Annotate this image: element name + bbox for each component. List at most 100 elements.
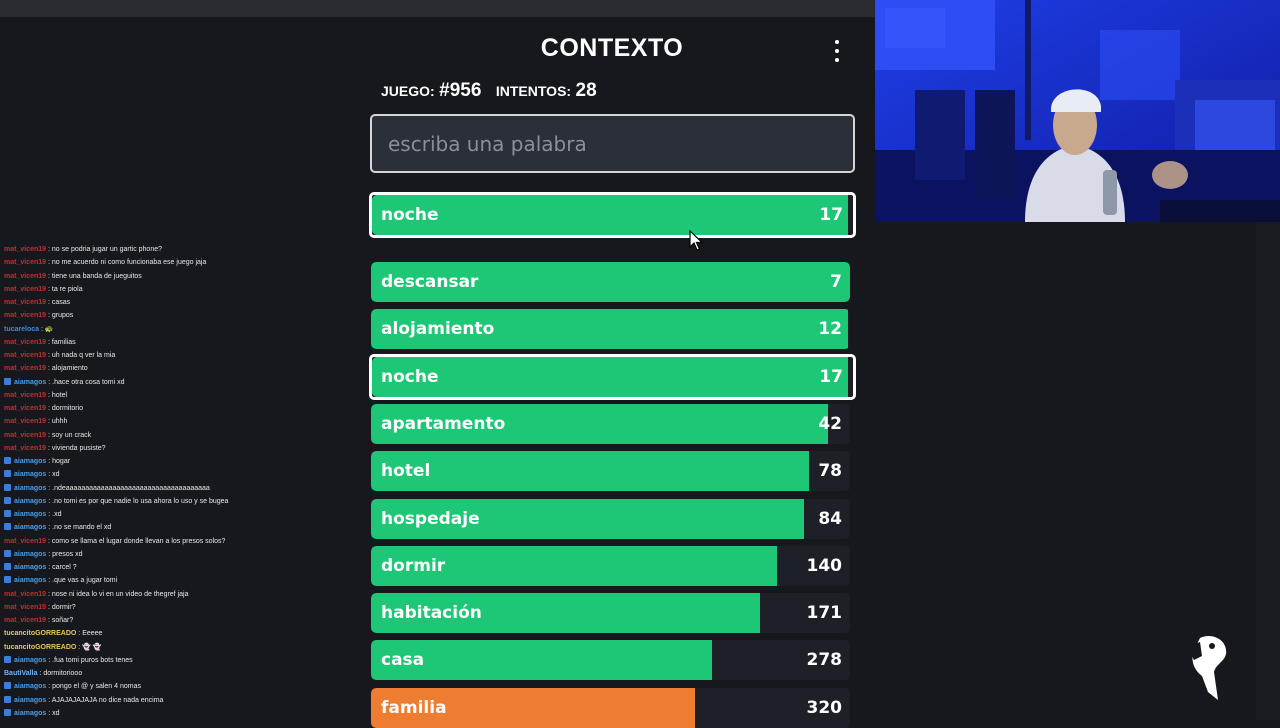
guess-row: hotel 78 xyxy=(371,451,850,492)
chat-text: .xd xyxy=(52,511,62,518)
guess-rank: 140 xyxy=(806,555,843,576)
chat-message: mat_vicen19 : grupos xyxy=(4,312,74,320)
chat-message: tucancitoGORREADO : Eeeee xyxy=(4,630,103,638)
chat-message: aiamagos : hogar xyxy=(0,455,360,468)
chat-username[interactable]: aiamagos xyxy=(14,657,46,664)
chat-username[interactable]: mat_vicen19 xyxy=(4,617,46,624)
chat-text: soy un crack xyxy=(51,431,92,439)
chat-message: tucancitoGORREADO : 👻 👻 xyxy=(4,643,102,651)
chat-message: mat_vicen19 : como se llama el lugar don… xyxy=(4,537,226,545)
chat-text: presos xd xyxy=(52,550,83,558)
last-guess-bar xyxy=(372,195,849,235)
chat-message: mat_vicen19 : dormir? xyxy=(4,603,76,611)
chat-message: mat_vicen19 : dormitorio xyxy=(4,405,83,412)
guess-word: noche xyxy=(381,366,439,387)
chat-username[interactable]: tucancitoGORREADO xyxy=(4,630,76,637)
chat-text: dormitoriooo xyxy=(43,670,83,677)
chat-text: como se llama el lugar donde llevan a lo… xyxy=(51,537,226,545)
chat-message: aiamagos : .fua tomi puros bots tenes xyxy=(0,654,360,667)
page-title: CONTEXTO xyxy=(540,34,684,62)
chat-badge-icon xyxy=(4,483,11,491)
chat-message: tucareloca : 🐢 xyxy=(4,325,54,333)
chat-username[interactable]: aiamagos xyxy=(14,471,46,478)
webcam-image xyxy=(875,0,1280,222)
chat-badge-icon xyxy=(4,377,11,385)
chat-text: hogar xyxy=(52,458,71,465)
chat-text: no se podria jugar un gartic phone? xyxy=(51,246,163,253)
game-label: JUEGO: xyxy=(381,83,435,99)
chat-message: mat_vicen19 : casas xyxy=(4,299,71,306)
chat-message: aiamagos : xd xyxy=(0,468,360,481)
chat-username[interactable]: mat_vicen19 xyxy=(4,392,46,399)
chat-username[interactable]: mat_vicen19 xyxy=(4,246,46,253)
chat-text: no me acuerdo ni como funcionaba ese jue… xyxy=(51,259,207,267)
chat-username[interactable]: mat_vicen19 xyxy=(4,405,46,412)
chat-username[interactable]: aiamagos xyxy=(14,551,46,558)
chat-message: aiamagos : presos xd xyxy=(0,548,360,561)
chat-username[interactable]: mat_vicen19 xyxy=(4,312,46,319)
chat-badge-icon xyxy=(4,457,11,464)
chat-username[interactable]: aiamagos xyxy=(14,498,46,505)
game-number: #956 xyxy=(439,80,482,101)
chat-badge-icon xyxy=(4,470,11,478)
chat-message: aiamagos : pongo el @ y salen 4 nomas xyxy=(0,680,360,693)
chat-message: mat_vicen19 : no se podria jugar un gart… xyxy=(4,246,163,253)
last-guess-word: noche xyxy=(381,205,439,225)
guess-rank: 171 xyxy=(806,603,843,624)
chat-username[interactable]: mat_vicen19 xyxy=(4,286,46,293)
chat-username[interactable]: aiamagos xyxy=(14,379,46,386)
chat-username[interactable]: aiamagos xyxy=(14,564,46,571)
guess-bar xyxy=(371,451,810,492)
more-menu-icon[interactable] xyxy=(830,40,844,62)
guess-row: dormir 140 xyxy=(371,545,850,586)
chat-text: .no se mando el xd xyxy=(52,524,112,532)
guess-word: hospedaje xyxy=(381,508,480,529)
chat-message: aiamagos : xd xyxy=(0,707,360,720)
chat-username[interactable]: aiamagos xyxy=(14,485,46,492)
game-meta: JUEGO: #956 INTENTOS: 28 xyxy=(381,80,607,102)
guess-word: descansar xyxy=(381,272,479,292)
chat-username[interactable]: mat_vicen19 xyxy=(4,445,46,452)
chat-text: alojamiento xyxy=(51,365,88,373)
chat-username[interactable]: mat_vicen19 xyxy=(4,299,46,306)
chat-message: mat_vicen19 : soñar? xyxy=(4,617,74,624)
guess-row: alojamiento 12 xyxy=(371,309,850,350)
chat-username[interactable]: mat_vicen19 xyxy=(4,604,46,611)
chat-text: uhhh xyxy=(51,418,68,426)
chat-username[interactable]: aiamagos xyxy=(14,511,46,518)
chat-message: mat_vicen19 : ta re piola xyxy=(4,285,83,293)
chat-username[interactable]: mat_vicen19 xyxy=(4,432,46,439)
chat-message: BautiValla : dormitoriooo xyxy=(4,670,83,677)
chat-username[interactable]: mat_vicen19 xyxy=(4,352,46,359)
chat-username[interactable]: aiamagos xyxy=(14,710,46,717)
word-input[interactable] xyxy=(370,114,855,173)
chat-badge-icon xyxy=(4,523,11,531)
guess-word: habitación xyxy=(381,603,482,624)
chat-message: aiamagos : .que vas a jugar tomi xyxy=(0,574,360,587)
chat-username[interactable]: mat_vicen19 xyxy=(4,339,46,346)
guess-word: familia xyxy=(381,697,447,718)
chat-badge-icon xyxy=(4,496,11,504)
toucan-logo-icon xyxy=(1192,635,1227,700)
guess-word: hotel xyxy=(381,461,431,482)
chat-username[interactable]: mat_vicen19 xyxy=(4,365,46,372)
chat-text: 🐢 xyxy=(44,325,54,333)
chat-username[interactable]: aiamagos xyxy=(14,524,46,531)
webcam-feed xyxy=(875,0,1280,222)
chat-username[interactable]: tucareloca xyxy=(4,326,39,333)
chat-username[interactable]: mat_vicen19 xyxy=(4,418,46,425)
chat-username[interactable]: mat_vicen19 xyxy=(4,259,46,266)
chat-username[interactable]: mat_vicen19 xyxy=(4,538,46,545)
chat-username[interactable]: aiamagos xyxy=(14,697,46,704)
chat-message: mat_vicen19 : familias xyxy=(4,338,76,346)
chat-username[interactable]: tucancitoGORREADO xyxy=(4,644,76,651)
chat-text: xd xyxy=(52,471,60,479)
chat-text: AJAJAJAJAJA no dice nada encima xyxy=(51,696,164,704)
chat-username[interactable]: BautiValla xyxy=(4,670,37,677)
chat-username[interactable]: aiamagos xyxy=(14,683,46,690)
chat-username[interactable]: aiamagos xyxy=(14,458,46,465)
chat-username[interactable]: mat_vicen19 xyxy=(4,591,46,598)
chat-username[interactable]: aiamagos xyxy=(14,577,46,584)
chat-username[interactable]: mat_vicen19 xyxy=(4,273,46,280)
chat-message: aiamagos : carcel ? xyxy=(0,561,360,574)
